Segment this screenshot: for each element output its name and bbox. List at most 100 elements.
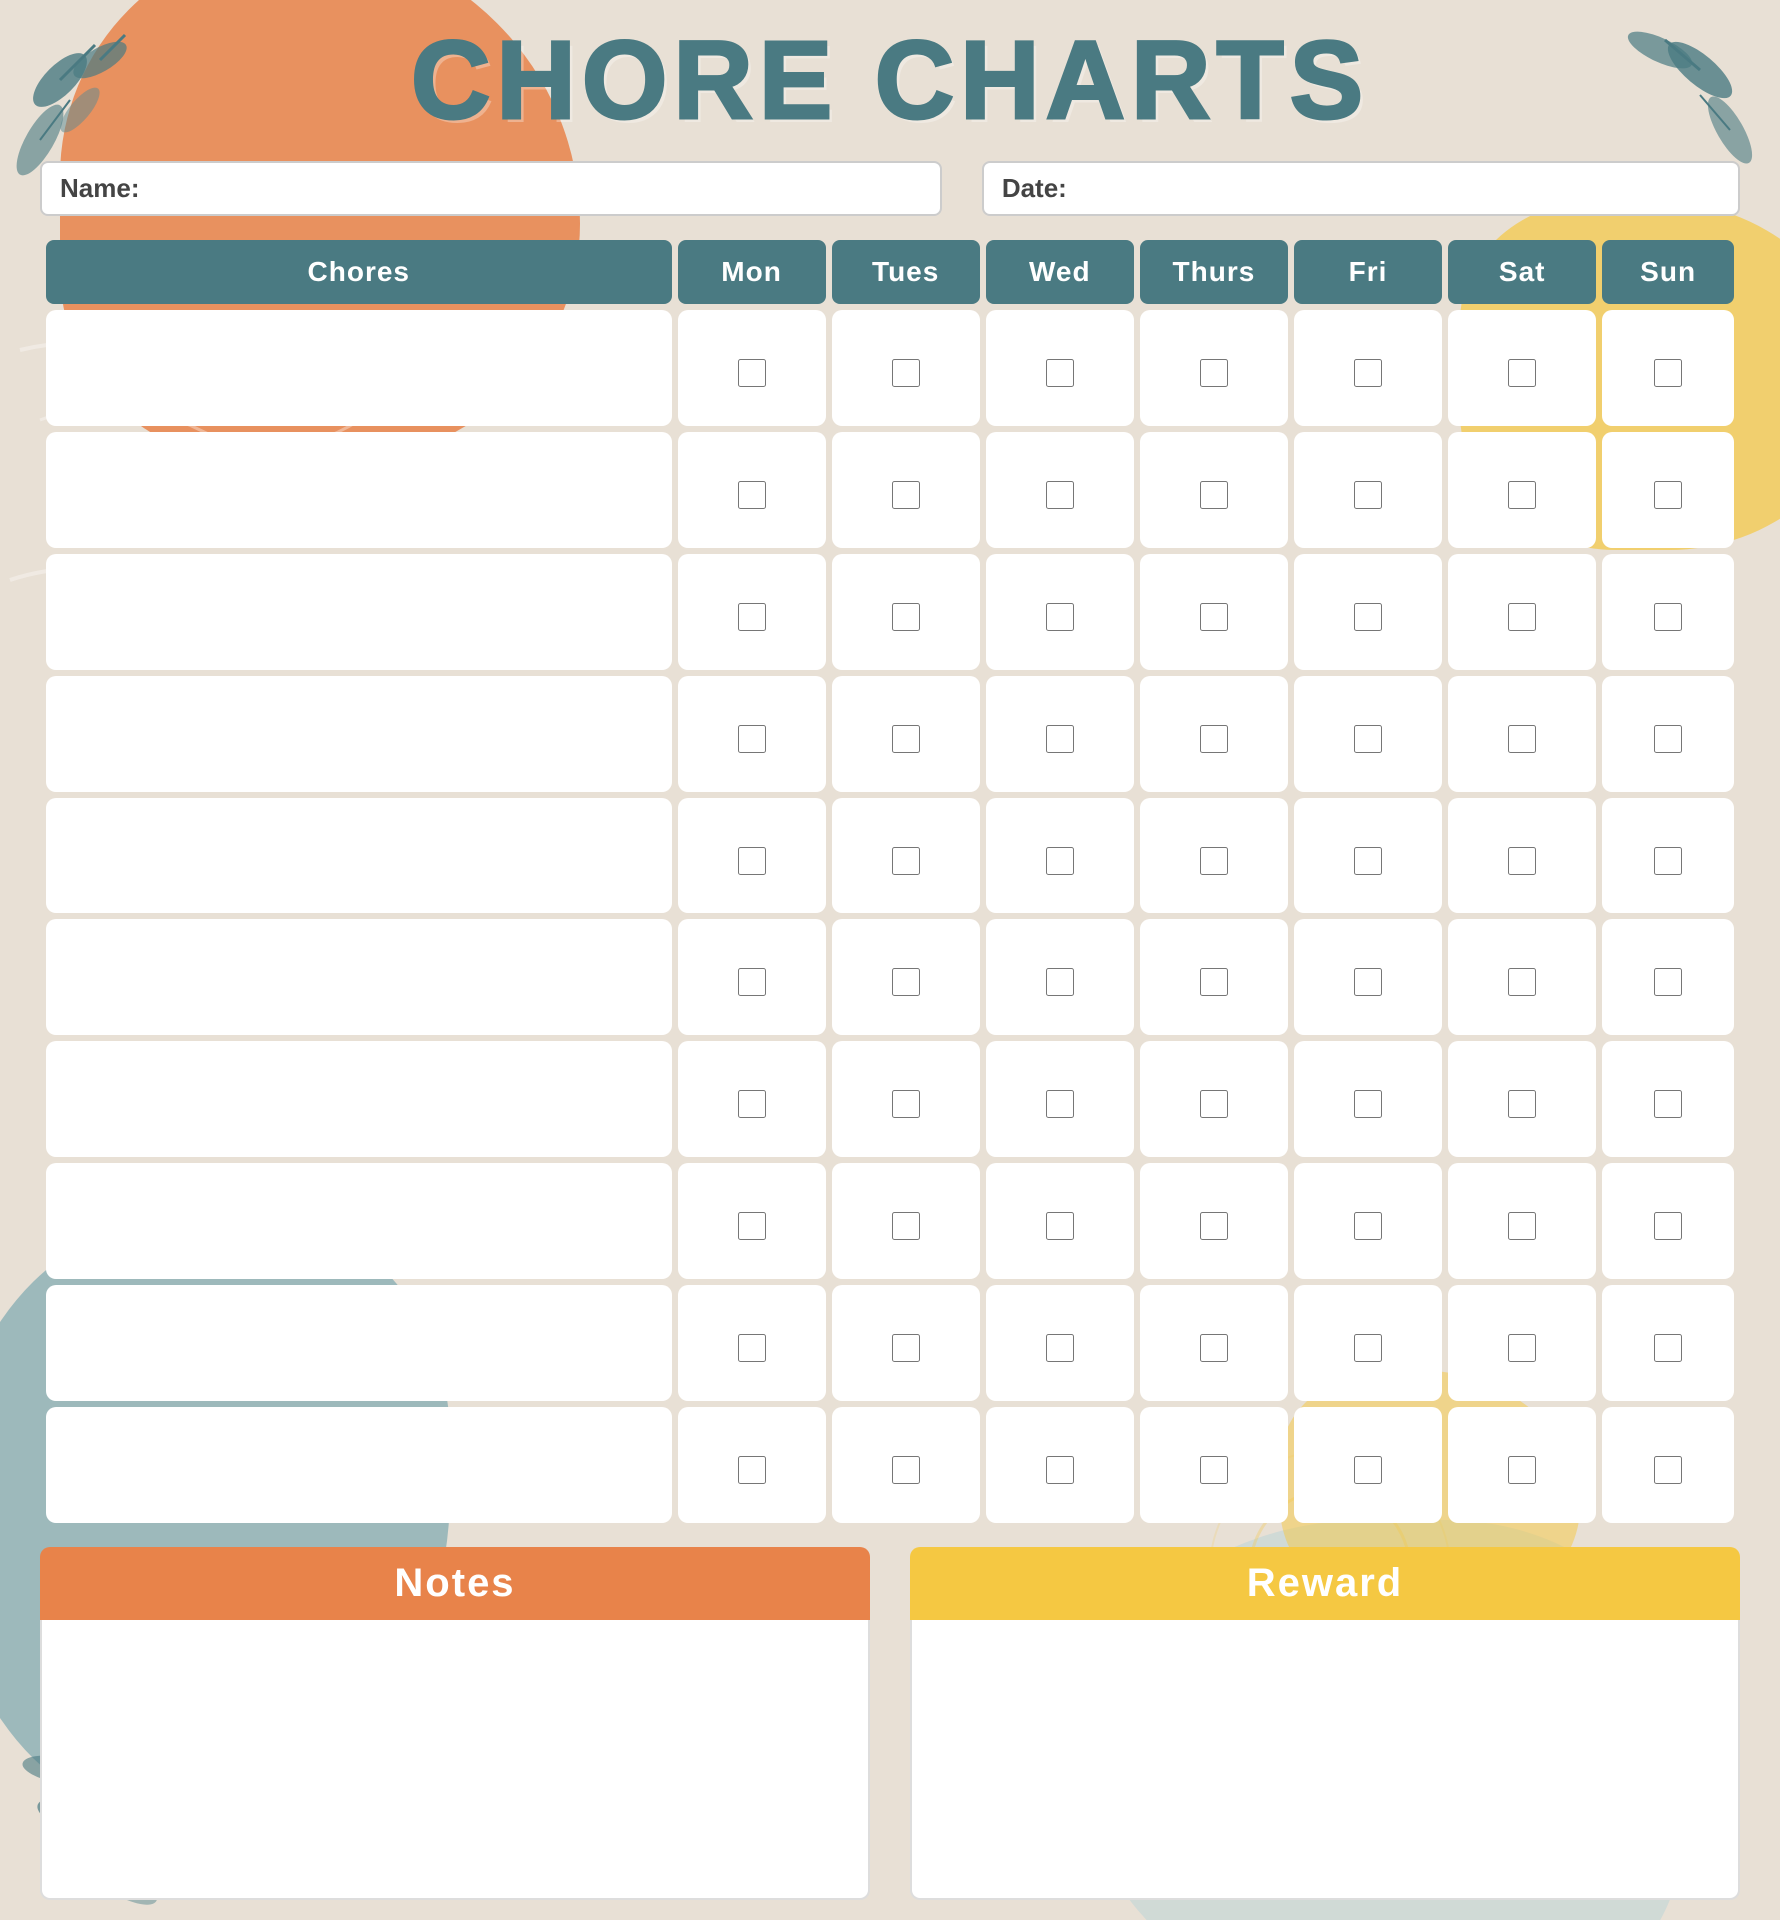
chore-cell-0[interactable] — [46, 310, 672, 426]
fri-cell-row-5[interactable] — [1294, 919, 1442, 1035]
wed-checkbox-row-7[interactable] — [1046, 1212, 1074, 1240]
sat-cell-row-7[interactable] — [1448, 1163, 1596, 1279]
mon-checkbox-row-1[interactable] — [738, 481, 766, 509]
wed-checkbox-row-3[interactable] — [1046, 725, 1074, 753]
chore-cell-7[interactable] — [46, 1163, 672, 1279]
thurs-checkbox-row-0[interactable] — [1200, 359, 1228, 387]
wed-checkbox-row-0[interactable] — [1046, 359, 1074, 387]
mon-checkbox-row-7[interactable] — [738, 1212, 766, 1240]
thurs-checkbox-row-7[interactable] — [1200, 1212, 1228, 1240]
thurs-checkbox-row-1[interactable] — [1200, 481, 1228, 509]
mon-cell-row-9[interactable] — [678, 1407, 826, 1523]
thurs-checkbox-row-5[interactable] — [1200, 968, 1228, 996]
chore-input-5[interactable] — [54, 927, 664, 1027]
sun-checkbox-row-6[interactable] — [1654, 1090, 1682, 1118]
sat-checkbox-row-5[interactable] — [1508, 968, 1536, 996]
sun-cell-row-2[interactable] — [1602, 554, 1734, 670]
wed-checkbox-row-8[interactable] — [1046, 1334, 1074, 1362]
mon-cell-row-4[interactable] — [678, 798, 826, 914]
thurs-cell-row-5[interactable] — [1140, 919, 1288, 1035]
sat-cell-row-5[interactable] — [1448, 919, 1596, 1035]
fri-checkbox-row-2[interactable] — [1354, 603, 1382, 631]
thurs-checkbox-row-8[interactable] — [1200, 1334, 1228, 1362]
sun-checkbox-row-7[interactable] — [1654, 1212, 1682, 1240]
chore-input-4[interactable] — [54, 806, 664, 906]
tues-checkbox-row-1[interactable] — [892, 481, 920, 509]
fri-checkbox-row-0[interactable] — [1354, 359, 1382, 387]
sat-cell-row-9[interactable] — [1448, 1407, 1596, 1523]
fri-checkbox-row-8[interactable] — [1354, 1334, 1382, 1362]
sat-checkbox-row-9[interactable] — [1508, 1456, 1536, 1484]
tues-cell-row-7[interactable] — [832, 1163, 980, 1279]
wed-checkbox-row-2[interactable] — [1046, 603, 1074, 631]
tues-checkbox-row-9[interactable] — [892, 1456, 920, 1484]
sat-cell-row-2[interactable] — [1448, 554, 1596, 670]
thurs-cell-row-8[interactable] — [1140, 1285, 1288, 1401]
tues-cell-row-3[interactable] — [832, 676, 980, 792]
wed-checkbox-row-9[interactable] — [1046, 1456, 1074, 1484]
tues-checkbox-row-8[interactable] — [892, 1334, 920, 1362]
tues-checkbox-row-4[interactable] — [892, 847, 920, 875]
thurs-checkbox-row-9[interactable] — [1200, 1456, 1228, 1484]
chore-input-0[interactable] — [54, 318, 664, 418]
thurs-checkbox-row-6[interactable] — [1200, 1090, 1228, 1118]
mon-cell-row-8[interactable] — [678, 1285, 826, 1401]
sun-checkbox-row-1[interactable] — [1654, 481, 1682, 509]
chore-input-7[interactable] — [54, 1171, 664, 1271]
sat-checkbox-row-1[interactable] — [1508, 481, 1536, 509]
chore-input-1[interactable] — [54, 440, 664, 540]
wed-checkbox-row-4[interactable] — [1046, 847, 1074, 875]
mon-checkbox-row-9[interactable] — [738, 1456, 766, 1484]
wed-cell-row-3[interactable] — [986, 676, 1134, 792]
tues-cell-row-1[interactable] — [832, 432, 980, 548]
fri-cell-row-9[interactable] — [1294, 1407, 1442, 1523]
sun-checkbox-row-8[interactable] — [1654, 1334, 1682, 1362]
chore-cell-6[interactable] — [46, 1041, 672, 1157]
fri-cell-row-4[interactable] — [1294, 798, 1442, 914]
tues-checkbox-row-6[interactable] — [892, 1090, 920, 1118]
fri-cell-row-6[interactable] — [1294, 1041, 1442, 1157]
fri-checkbox-row-5[interactable] — [1354, 968, 1382, 996]
fri-checkbox-row-3[interactable] — [1354, 725, 1382, 753]
thurs-checkbox-row-3[interactable] — [1200, 725, 1228, 753]
thurs-cell-row-0[interactable] — [1140, 310, 1288, 426]
fri-checkbox-row-7[interactable] — [1354, 1212, 1382, 1240]
tues-cell-row-6[interactable] — [832, 1041, 980, 1157]
thurs-cell-row-7[interactable] — [1140, 1163, 1288, 1279]
thurs-cell-row-1[interactable] — [1140, 432, 1288, 548]
mon-cell-row-3[interactable] — [678, 676, 826, 792]
tues-checkbox-row-2[interactable] — [892, 603, 920, 631]
mon-cell-row-0[interactable] — [678, 310, 826, 426]
wed-cell-row-2[interactable] — [986, 554, 1134, 670]
wed-cell-row-9[interactable] — [986, 1407, 1134, 1523]
fri-cell-row-0[interactable] — [1294, 310, 1442, 426]
wed-cell-row-5[interactable] — [986, 919, 1134, 1035]
chore-input-2[interactable] — [54, 562, 664, 662]
date-input[interactable] — [1075, 175, 1720, 203]
sat-checkbox-row-6[interactable] — [1508, 1090, 1536, 1118]
name-input[interactable] — [147, 175, 921, 203]
sat-checkbox-row-7[interactable] — [1508, 1212, 1536, 1240]
tues-cell-row-2[interactable] — [832, 554, 980, 670]
sun-cell-row-8[interactable] — [1602, 1285, 1734, 1401]
fri-checkbox-row-6[interactable] — [1354, 1090, 1382, 1118]
wed-checkbox-row-1[interactable] — [1046, 481, 1074, 509]
chore-cell-2[interactable] — [46, 554, 672, 670]
sun-cell-row-1[interactable] — [1602, 432, 1734, 548]
wed-checkbox-row-6[interactable] — [1046, 1090, 1074, 1118]
sun-checkbox-row-0[interactable] — [1654, 359, 1682, 387]
mon-checkbox-row-6[interactable] — [738, 1090, 766, 1118]
sat-checkbox-row-8[interactable] — [1508, 1334, 1536, 1362]
mon-checkbox-row-3[interactable] — [738, 725, 766, 753]
sun-checkbox-row-3[interactable] — [1654, 725, 1682, 753]
mon-checkbox-row-4[interactable] — [738, 847, 766, 875]
mon-cell-row-6[interactable] — [678, 1041, 826, 1157]
sat-cell-row-1[interactable] — [1448, 432, 1596, 548]
fri-cell-row-8[interactable] — [1294, 1285, 1442, 1401]
thurs-cell-row-6[interactable] — [1140, 1041, 1288, 1157]
mon-cell-row-1[interactable] — [678, 432, 826, 548]
sun-cell-row-4[interactable] — [1602, 798, 1734, 914]
sat-cell-row-0[interactable] — [1448, 310, 1596, 426]
sun-cell-row-5[interactable] — [1602, 919, 1734, 1035]
mon-cell-row-5[interactable] — [678, 919, 826, 1035]
